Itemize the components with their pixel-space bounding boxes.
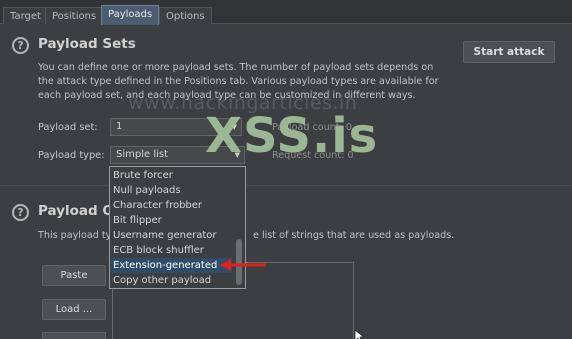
next-button-partial[interactable] — [42, 332, 106, 339]
dropdown-item-brute-forcer[interactable]: Brute forcer — [113, 168, 173, 183]
section-divider — [0, 185, 572, 186]
payload-options-description-right: e list of strings that are used as paylo… — [253, 230, 455, 241]
payload-set-value: 1 — [116, 121, 123, 132]
tab-payloads[interactable]: Payloads — [101, 5, 160, 25]
red-arrow-annotation — [220, 259, 266, 271]
dropdown-item-username-generator[interactable]: Username generator — [113, 228, 217, 243]
payload-type-value: Simple list — [116, 149, 169, 160]
payload-sets-description-line-1: You can define one or more payload sets.… — [38, 62, 434, 73]
tab-positions[interactable]: Positions — [45, 7, 104, 24]
load-button[interactable]: Load ... — [42, 299, 106, 320]
watermark-logo: XSS.is — [205, 108, 379, 164]
help-icon[interactable]: ? — [12, 37, 29, 54]
dropdown-item-ecb-block-shuffler[interactable]: ECB block shuffler — [113, 243, 204, 258]
payload-sets-title: Payload Sets — [38, 36, 136, 52]
payload-set-label: Payload set: — [38, 122, 98, 133]
dropdown-item-bit-flipper[interactable]: Bit flipper — [113, 213, 162, 228]
dropdown-item-copy-other-payload[interactable]: Copy other payload — [113, 273, 211, 288]
dropdown-item-character-frobber[interactable]: Character frobber — [113, 198, 202, 213]
payload-type-label: Payload type: — [38, 150, 105, 161]
paste-button[interactable]: Paste — [42, 265, 106, 286]
payload-options-description-left: This payload ty — [38, 230, 112, 241]
tab-options[interactable]: Options — [159, 7, 212, 24]
dropdown-item-extension-generated[interactable]: Extension-generated — [111, 258, 232, 273]
start-attack-button[interactable]: Start attack — [463, 41, 555, 63]
payload-options-title: Payload O — [38, 203, 114, 219]
dropdown-item-null-payloads[interactable]: Null payloads — [113, 183, 181, 198]
tab-bar: Target Positions Payloads Options — [0, 0, 572, 25]
payload-sets-description-line-3: each payload set, and each payload type … — [38, 90, 416, 101]
tab-target[interactable]: Target — [3, 7, 48, 24]
payload-sets-description-line-2: the attack type defined in the Positions… — [38, 76, 439, 87]
help-icon[interactable]: ? — [12, 204, 29, 221]
mouse-cursor-icon — [354, 330, 364, 339]
